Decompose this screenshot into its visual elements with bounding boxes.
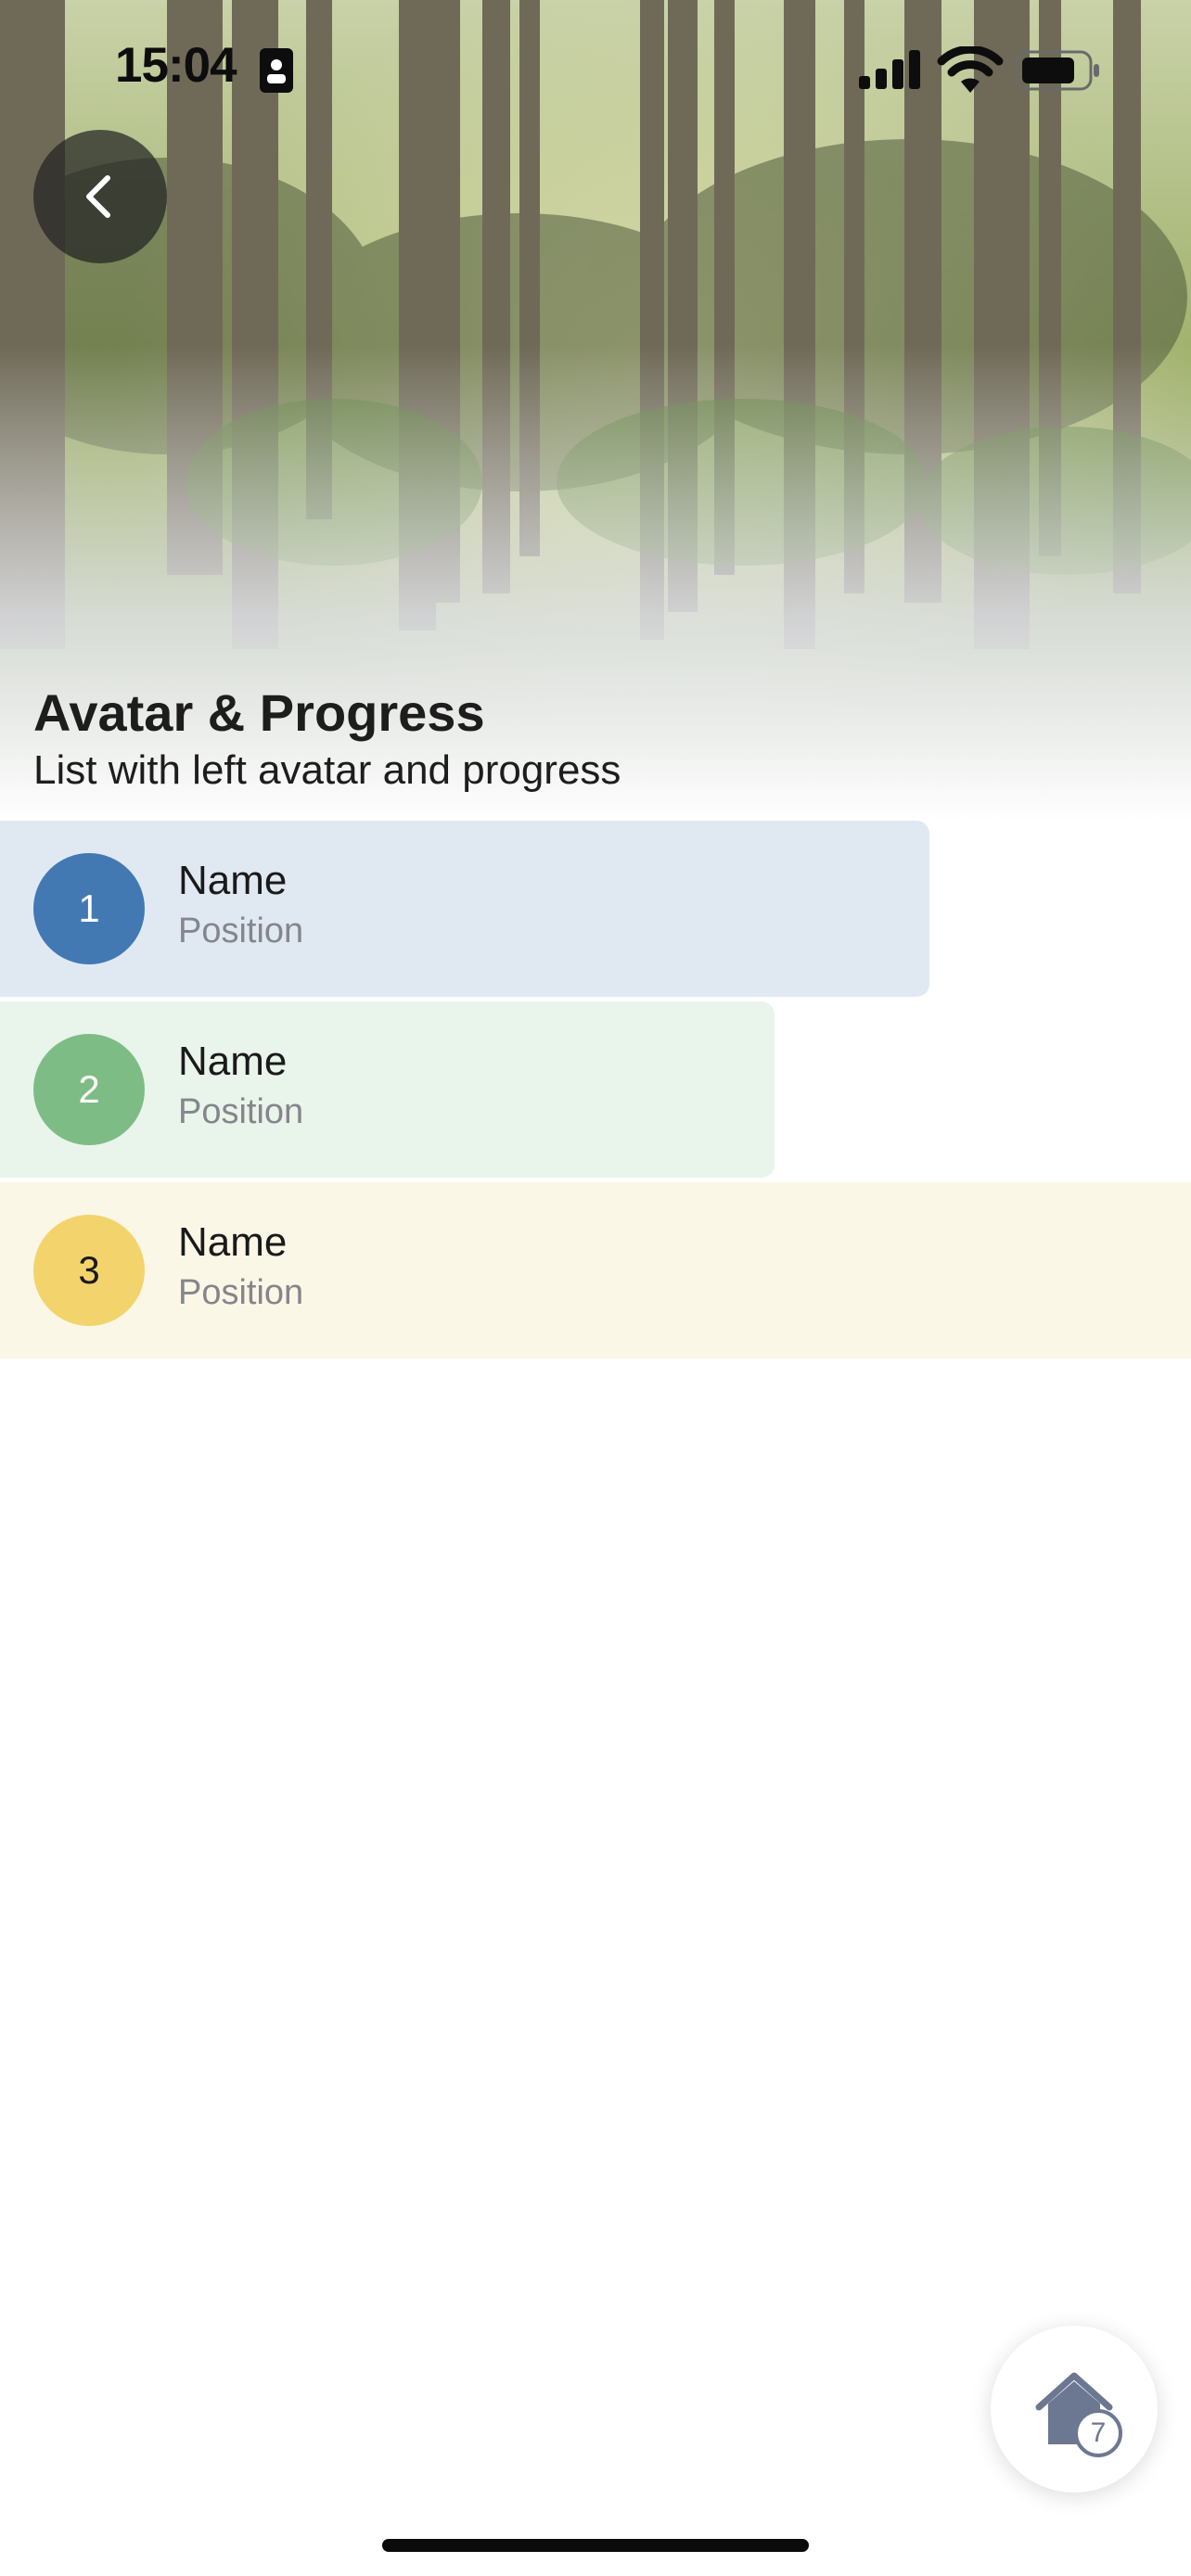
item-position: Position (178, 1092, 304, 1131)
status-bar: 15:04 (0, 0, 1191, 139)
item-name: Name (178, 1219, 288, 1265)
item-name: Name (178, 1039, 288, 1084)
progress-bar (0, 1182, 1191, 1358)
chevron-left-icon (86, 175, 110, 218)
page-subtitle: List with left avatar and progress (33, 747, 621, 793)
status-time: 15:04 (115, 38, 237, 93)
page-title: Avatar & Progress (33, 683, 485, 742)
item-position: Position (178, 1273, 304, 1312)
back-button[interactable] (33, 130, 167, 263)
home-indicator (382, 2539, 809, 2552)
home-button[interactable]: 7 (991, 2326, 1158, 2493)
avatar: 1 (33, 853, 145, 964)
avatar: 2 (33, 1034, 145, 1145)
id-card-icon (260, 48, 293, 93)
list-item[interactable]: 1 Name Position (0, 821, 1191, 997)
avatar: 3 (33, 1215, 145, 1326)
notification-badge: 7 (1074, 2409, 1122, 2457)
item-position: Position (178, 912, 304, 950)
list-item[interactable]: 3 Name Position (0, 1182, 1191, 1358)
wifi-icon (937, 46, 1004, 93)
item-name: Name (178, 858, 288, 903)
list-item[interactable]: 2 Name Position (0, 1001, 1191, 1178)
cellular-signal-icon (859, 50, 920, 89)
battery-icon (1015, 50, 1099, 91)
